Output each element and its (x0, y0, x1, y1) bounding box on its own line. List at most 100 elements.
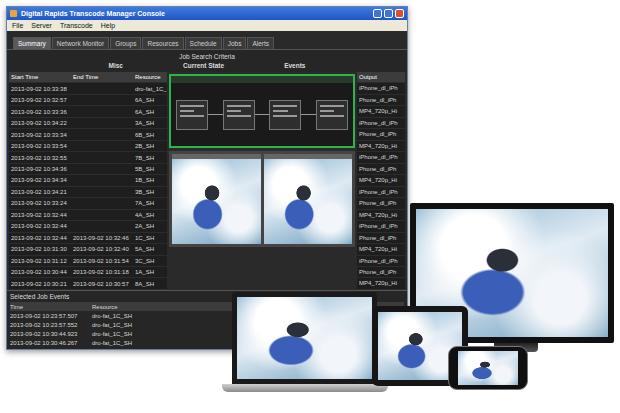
table-row[interactable]: 2013-09-02 10:33:38dro-fat_1C_SH (9, 83, 167, 94)
tab[interactable]: Summary (13, 37, 51, 49)
table-row[interactable]: 2013-09-02 10:33:346B_SH (9, 129, 167, 140)
table-row[interactable]: 2013-09-02 10:34:22 3A_SH (9, 118, 167, 129)
output-cell: MP4_720p_Hi (357, 175, 405, 186)
start-cell: 2013-09-02 10:34:36 (9, 166, 73, 172)
resource-cell: 7B_SH (135, 155, 167, 161)
resource-cell: 7A_SH (135, 200, 167, 206)
tab-bar: SummaryNetwork MonitorGroupsResourcesSch… (7, 31, 407, 50)
table-row[interactable]: 2013-09-02 10:33:247A_SH (9, 198, 167, 209)
resource-cell: 3B_SH (135, 189, 167, 195)
maximize-icon[interactable] (384, 9, 393, 18)
menu-item[interactable]: Help (101, 22, 115, 29)
resource-cell: 6A_SH (135, 97, 167, 103)
start-cell: 2013-09-02 10:34:34 (9, 177, 73, 183)
workflow-dialog (169, 74, 355, 148)
workflow-node[interactable] (316, 100, 348, 130)
video-frame (458, 351, 518, 385)
resource-cell: 4A_SH (135, 212, 167, 218)
output-cell: iPhone_dl_iPh (357, 187, 405, 198)
start-cell: 2013-09-02 10:32:44 (9, 212, 73, 218)
search-field[interactable]: Events (284, 62, 305, 69)
table-row[interactable]: 2013-09-02 10:33:54 2B_SH (9, 141, 167, 152)
table-row[interactable]: 2013-09-02 10:32:55 7B_SH (9, 152, 167, 163)
table-row[interactable]: 2013-09-02 10:34:36 5B_SH (9, 164, 167, 175)
app-icon (10, 10, 17, 17)
job-search-criteria: Job Search Criteria Misc Current State Even… (7, 50, 407, 72)
node-line (273, 105, 297, 107)
resource-cell: 3A_SH (135, 120, 167, 126)
start-cell: 2013-09-02 10:32:55 (9, 155, 73, 161)
output-cell: iPhone_dl_iPh (357, 152, 405, 163)
tab[interactable]: Groups (110, 37, 141, 49)
start-cell: 2013-09-02 10:33:36 (9, 109, 73, 115)
phone-device (448, 346, 528, 390)
resource-cell: 2A_SH (135, 223, 167, 229)
table-row[interactable]: 2013-09-02 10:32:442013-09-02 10:32:461C… (9, 233, 167, 244)
job-table: Start TimeEnd TimeResource 2013-09-02 10:… (9, 72, 167, 290)
table-row[interactable]: 2013-09-02 10:34:34 1B_SH (9, 175, 167, 186)
end-cell: 2013-09-02 10:31:54 (73, 258, 135, 264)
resource-cell: dro-fat_1C_SH (92, 322, 162, 328)
resource-cell: 1C_SH (135, 235, 167, 241)
column-header[interactable]: Time (10, 304, 92, 310)
node-line (320, 110, 334, 112)
start-cell: 2013-09-02 10:33:54 (9, 143, 73, 149)
table-row[interactable]: 2013-09-02 10:31:122013-09-02 10:31:543C… (9, 256, 167, 267)
minimize-icon[interactable] (373, 9, 382, 18)
output-cell: MP4_720p_Hi (357, 210, 405, 221)
output-cell: MP4_720p_Hi (357, 141, 405, 152)
table-row[interactable]: 2013-09-02 10:32:442A_SH (9, 221, 167, 232)
node-line (320, 115, 344, 117)
start-cell: 2013-09-02 10:32:44 (9, 235, 73, 241)
node-line (273, 110, 287, 112)
search-field[interactable]: Misc (109, 62, 123, 69)
menu-item[interactable]: Server (31, 22, 52, 29)
output-column: OutputiPhone_dl_iPhPhone_dl_iPhMP4_720p_… (357, 72, 405, 290)
resource-cell: 1A_SH (135, 269, 167, 275)
column-header[interactable]: Resource (135, 74, 167, 80)
column-header[interactable]: Output (357, 72, 405, 83)
window-controls (373, 9, 404, 18)
start-cell: 2013-09-02 10:34:22 (9, 120, 73, 126)
table-row[interactable]: 2013-09-02 10:31:302013-09-02 10:32:405A… (9, 244, 167, 255)
tab[interactable]: Jobs (223, 37, 247, 49)
workflow-node[interactable] (176, 100, 208, 130)
workflow-node[interactable] (269, 100, 301, 130)
output-cell: Phone_dl_iPh (357, 198, 405, 209)
search-field[interactable]: Current State (183, 62, 224, 69)
resource-cell: 5B_SH (135, 166, 167, 172)
node-line (227, 105, 251, 107)
tab[interactable]: Resources (142, 37, 183, 49)
output-cell: MP4_720p_Hi (357, 244, 405, 255)
start-cell: 2013-09-02 10:30:21 (9, 281, 73, 287)
table-row[interactable]: 2013-09-02 10:30:212013-09-02 10:30:578A… (9, 278, 167, 289)
table-row[interactable]: 2013-09-02 10:32:576A_SH (9, 95, 167, 106)
start-cell: 2013-09-02 10:33:38 (9, 86, 73, 92)
node-line (227, 115, 251, 117)
node-line (227, 110, 241, 112)
table-row[interactable]: 2013-09-02 10:33:366A_SH (9, 106, 167, 117)
table-row[interactable]: 2013-09-02 10:30:442013-09-02 10:31:181A… (9, 267, 167, 278)
close-icon[interactable] (395, 9, 404, 18)
column-header[interactable]: End Time (73, 74, 135, 80)
output-cell: MP4_720p_Hi (357, 106, 405, 117)
table-row[interactable]: 2013-09-02 10:32:44 4A_SH (9, 210, 167, 221)
start-cell: 2013-09-02 10:33:34 (9, 132, 73, 138)
workflow-node[interactable] (223, 100, 255, 130)
output-cell: iPhone_dl_iPh (357, 118, 405, 129)
tab[interactable]: Schedule (185, 37, 222, 49)
tab[interactable]: Network Monitor (52, 37, 109, 49)
resource-cell: 1B_SH (135, 177, 167, 183)
column-header[interactable]: Start Time (9, 74, 73, 80)
end-cell: 2013-09-02 10:32:40 (73, 246, 135, 252)
table-row[interactable]: 2013-09-02 10:34:213B_SH (9, 187, 167, 198)
tab[interactable]: Alerts (247, 37, 274, 49)
workflow-link (255, 114, 270, 115)
resource-cell: 2B_SH (135, 143, 167, 149)
search-title: Job Search Criteria (179, 53, 235, 60)
column-header[interactable]: Resource (92, 304, 162, 310)
menu-item[interactable]: Transcode (60, 22, 93, 29)
workflow-diagram (171, 83, 353, 146)
output-cell: iPhone_dl_iPh (357, 256, 405, 267)
menu-item[interactable]: File (12, 22, 23, 29)
